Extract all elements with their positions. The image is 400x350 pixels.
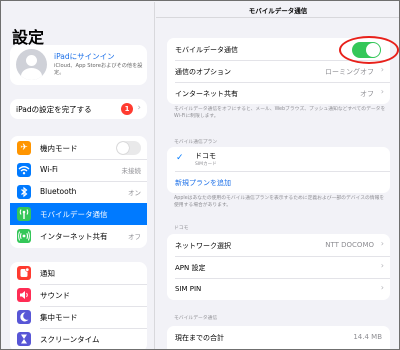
personal-hotspot-row[interactable]: インターネット共有 オフ ›	[167, 82, 390, 104]
network-selection-label: ネットワーク選択	[175, 242, 231, 250]
chevron-right-icon: ›	[380, 261, 384, 270]
data-options-label: 通信のオプション	[175, 68, 231, 76]
page-title: モバイルデータ通信	[248, 7, 308, 15]
sidebar-item-label: 集中モード	[40, 313, 78, 322]
add-plan-row[interactable]: 新規プランを追加	[167, 171, 390, 193]
sidebar-item-value: 未接続	[121, 167, 142, 175]
window-frame: 設定 iPadにサインイン iCloud、App Storeおよびその他を設定。…	[0, 0, 400, 350]
chevron-right-icon: ›	[380, 65, 384, 74]
sidebar-item-label: 通知	[40, 269, 55, 278]
usage-group: 現在までの合計 14.4 MB	[167, 326, 390, 349]
notifications-group: 通知 サウンド 集中モード スクリーンタイム	[10, 262, 147, 349]
signin-link[interactable]: iPadにサインイン	[54, 51, 115, 62]
chevron-right-icon: ›	[380, 87, 384, 96]
finish-setup-row[interactable]: iPadの設定を完了する 1 ›	[10, 99, 147, 119]
connectivity-group: ✈ 機内モード Wi-Fi 未接続 Bluetooth オン モバイルデータ通信…	[10, 136, 147, 248]
carrier-name: ドコモ	[195, 152, 216, 160]
data-options-row[interactable]: 通信のオプション ローミングオフ ›	[167, 60, 390, 82]
sidebar-item-notifications[interactable]: 通知	[10, 262, 147, 284]
apn-settings-label: APN 設定	[175, 264, 206, 272]
sidebar-item-label: スクリーンタイム	[40, 335, 100, 344]
docomo-section-header: ドコモ	[174, 226, 189, 231]
network-selection-value: NTT DOCOMO	[325, 241, 374, 249]
sidebar-item-focus[interactable]: 集中モード	[10, 306, 147, 328]
add-plan-link[interactable]: 新規プランを追加	[175, 178, 231, 188]
sidebar-item-value: オフ	[128, 233, 141, 241]
antenna-icon	[17, 207, 31, 221]
apn-settings-row[interactable]: APN 設定 ›	[167, 256, 390, 278]
plans-group: ✓ ドコモ SIMカード 新規プランを追加	[167, 147, 390, 193]
chevron-right-icon: ›	[380, 239, 384, 248]
bluetooth-icon	[17, 185, 31, 199]
speaker-icon	[17, 288, 31, 302]
sidebar-item-label: Wi-Fi	[40, 165, 58, 174]
plans-section-header: モバイル通信プラン	[174, 140, 218, 145]
airplane-icon: ✈	[17, 141, 31, 155]
moon-icon	[17, 310, 31, 324]
sidebar-item-label: モバイルデータ通信	[40, 210, 108, 219]
sim-pin-row[interactable]: SIM PIN ›	[167, 278, 390, 300]
data-options-value: ローミングオフ	[325, 68, 374, 76]
sidebar-item-label: Bluetooth	[40, 187, 77, 196]
sidebar-item-bluetooth[interactable]: Bluetooth オン	[10, 181, 147, 203]
sidebar-item-value: オン	[128, 189, 141, 197]
sidebar-item-label: サウンド	[40, 291, 70, 300]
highlight-circle-annotation	[339, 36, 399, 64]
hourglass-icon	[17, 332, 31, 346]
cellular-detail-pane: モバイルデータ通信 モバイルデータ通信 通信のオプション ローミングオフ › イ…	[156, 2, 399, 349]
hotspot-icon	[17, 229, 31, 243]
sidebar-item-label: インターネット共有	[40, 232, 108, 241]
usage-total-row: 現在までの合計 14.4 MB	[167, 326, 390, 348]
checkmark-icon: ✓	[176, 153, 184, 163]
sidebar-item-wifi[interactable]: Wi-Fi 未接続	[10, 159, 147, 181]
network-selection-row[interactable]: ネットワーク選択 NTT DOCOMO ›	[167, 234, 390, 256]
sidebar-item-cellular[interactable]: モバイルデータ通信	[10, 203, 147, 225]
settings-sidebar: 設定 iPadにサインイン iCloud、App Storeおよびその他を設定。…	[2, 2, 155, 349]
chevron-right-icon: ›	[380, 283, 384, 292]
sidebar-item-screen-time[interactable]: スクリーンタイム	[10, 328, 147, 349]
bell-icon	[17, 266, 31, 280]
usage-total-label: 現在までの合計	[175, 334, 224, 342]
cellular-footnote: モバイルデータ通信をオフにすると、メール、Webブラウズ、プッシュ通知などすべて…	[174, 107, 386, 119]
sim-pin-label: SIM PIN	[175, 285, 202, 293]
sidebar-item-label: 機内モード	[40, 144, 78, 153]
sidebar-item-hotspot[interactable]: インターネット共有 オフ	[10, 225, 147, 247]
avatar	[16, 49, 47, 80]
plans-footnote: Appleはあなたの使用のモバイル通信プランを表示するために定義および一部のデバ…	[174, 196, 385, 208]
sidebar-item-airplane[interactable]: ✈ 機内モード	[10, 137, 147, 159]
airplane-toggle[interactable]	[116, 141, 141, 155]
usage-total-value: 14.4 MB	[353, 333, 382, 341]
usage-section-header: モバイルデータ通信	[174, 316, 218, 321]
cellular-data-label: モバイルデータ通信	[175, 46, 238, 54]
notification-badge: 1	[121, 103, 133, 115]
carrier-plan-row[interactable]: ✓ ドコモ SIMカード	[167, 147, 390, 171]
wifi-icon	[17, 163, 31, 177]
personal-hotspot-label: インターネット共有	[175, 90, 238, 98]
carrier-sim-label: SIMカード	[195, 162, 217, 167]
sidebar-item-sounds[interactable]: サウンド	[10, 284, 147, 306]
signin-card[interactable]: iPadにサインイン iCloud、App Storeおよびその他を設定。	[10, 45, 147, 85]
chevron-right-icon: ›	[137, 103, 141, 113]
signin-subtitle: iCloud、App Storeおよびその他を設定。	[54, 63, 143, 76]
personal-hotspot-value: オフ	[360, 90, 374, 98]
carrier-settings-group: ネットワーク選択 NTT DOCOMO › APN 設定 › SIM PIN ›	[167, 234, 390, 300]
finish-setup-label: iPadの設定を完了する	[16, 105, 92, 114]
